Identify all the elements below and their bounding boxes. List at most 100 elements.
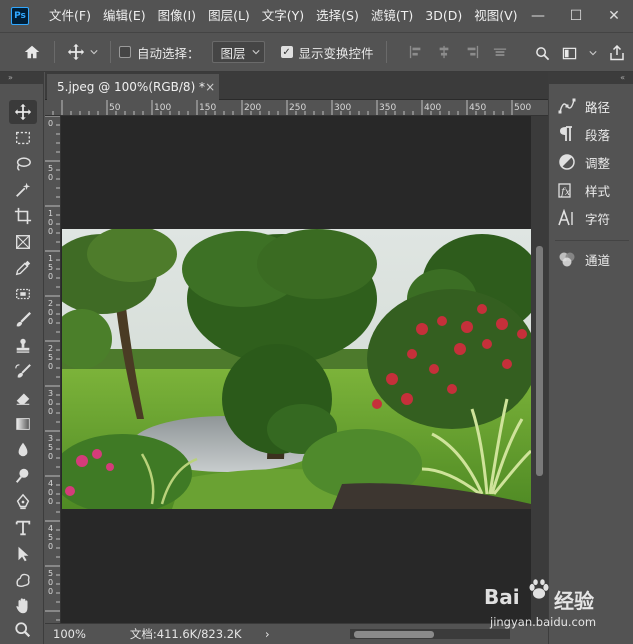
history-brush-tool[interactable] bbox=[9, 360, 37, 384]
vertical-scrollbar-thumb[interactable] bbox=[536, 246, 543, 476]
align-left-edges-icon[interactable] bbox=[409, 45, 423, 59]
tools-panel bbox=[0, 84, 44, 644]
canvas-image[interactable] bbox=[62, 229, 531, 509]
window-controls: — ☐ ✕ bbox=[519, 0, 633, 32]
menu-select[interactable]: 选择(S) bbox=[310, 0, 365, 32]
menu-file[interactable]: 文件(F) bbox=[43, 0, 97, 32]
horizontal-scrollbar-thumb[interactable] bbox=[354, 631, 434, 638]
show-transform-controls-checkbox[interactable]: ✓ bbox=[280, 46, 293, 58]
menu-3d[interactable]: 3D(D) bbox=[419, 0, 468, 32]
ruler-label: 5 bbox=[48, 263, 53, 272]
ruler-label: 5 bbox=[48, 164, 53, 173]
canvas-pasteboard bbox=[62, 117, 531, 623]
status-menu-arrow[interactable]: › bbox=[265, 627, 270, 641]
styles-icon: fx bbox=[558, 183, 571, 198]
share-icon[interactable] bbox=[609, 45, 625, 61]
brush-tool[interactable] bbox=[9, 308, 37, 332]
type-tool[interactable] bbox=[9, 516, 37, 540]
divider bbox=[385, 41, 387, 63]
panel-collapse-strip[interactable]: « bbox=[548, 72, 633, 84]
blur-icon bbox=[18, 442, 28, 457]
minimize-button[interactable]: — bbox=[519, 8, 557, 24]
menu-layer[interactable]: 图层(L) bbox=[202, 0, 256, 32]
paragraph-icon bbox=[560, 126, 572, 141]
align-right-edges-icon[interactable] bbox=[465, 45, 479, 59]
ruler-label: 300 bbox=[334, 103, 351, 113]
crop-icon bbox=[14, 207, 32, 225]
frame-tool[interactable] bbox=[9, 230, 37, 254]
panel-paths[interactable]: 路径 bbox=[557, 94, 610, 118]
ruler-label: 0 bbox=[48, 488, 53, 497]
pen-tool[interactable] bbox=[9, 490, 37, 514]
ruler-label: 5 bbox=[48, 569, 53, 578]
move-tool[interactable] bbox=[9, 100, 37, 124]
align-top-edges-icon[interactable] bbox=[493, 45, 507, 59]
ruler-label: 100 bbox=[154, 103, 171, 113]
menu-edit[interactable]: 编辑(E) bbox=[97, 0, 152, 32]
clone-stamp-tool[interactable] bbox=[9, 334, 37, 358]
ruler-label: 0 bbox=[48, 452, 53, 461]
adjustments-icon bbox=[559, 154, 575, 170]
watermark-url: jingyan.baidu.com bbox=[490, 615, 597, 629]
search-icon[interactable] bbox=[535, 46, 550, 61]
healing-brush-icon bbox=[16, 288, 30, 300]
zoom-tool[interactable] bbox=[9, 618, 37, 642]
panel-character[interactable]: 字符 bbox=[557, 206, 610, 230]
eyedropper-tool[interactable] bbox=[9, 256, 37, 280]
auto-select-target-dropdown[interactable]: 图层 bbox=[211, 41, 265, 63]
panel-channels[interactable]: 通道 bbox=[557, 247, 610, 271]
auto-select-checkbox[interactable] bbox=[119, 46, 131, 58]
horizontal-ruler[interactable]: 50 100 150 200 250 300 350 400 450 500 bbox=[45, 100, 548, 116]
ruler-label: 50 bbox=[109, 103, 121, 113]
show-transform-controls-label: 显示变换控件 bbox=[298, 45, 374, 61]
hand-tool[interactable] bbox=[9, 594, 37, 618]
custom-shape-tool[interactable] bbox=[9, 568, 37, 592]
magic-wand-tool[interactable] bbox=[9, 178, 37, 202]
maximize-button[interactable]: ☐ bbox=[557, 8, 595, 24]
vertical-scrollbar[interactable] bbox=[531, 116, 548, 623]
status-bar: 100% 文档:411.6K/823.2K › bbox=[45, 623, 548, 644]
toolbar-collapse-strip[interactable]: » bbox=[0, 72, 44, 84]
menu-type[interactable]: 文字(Y) bbox=[256, 0, 310, 32]
crop-tool[interactable] bbox=[9, 204, 37, 228]
panel-paragraph[interactable]: 段落 bbox=[557, 122, 610, 146]
menu-image[interactable]: 图像(I) bbox=[152, 0, 202, 32]
eyedropper-icon bbox=[15, 260, 31, 276]
workspace-icon[interactable] bbox=[562, 46, 577, 61]
blur-tool[interactable] bbox=[9, 438, 37, 462]
ruler-label: 0 bbox=[48, 497, 53, 506]
ruler-label: 0 bbox=[48, 272, 53, 281]
move-tool-preset-picker[interactable] bbox=[67, 43, 98, 61]
lasso-tool[interactable] bbox=[9, 152, 37, 176]
horizontal-ruler-ticks: 50 100 150 200 250 300 350 400 450 500 bbox=[52, 100, 531, 115]
close-button[interactable]: ✕ bbox=[595, 8, 633, 24]
chevron-down-icon[interactable] bbox=[589, 49, 597, 57]
frame-icon bbox=[16, 235, 30, 249]
character-icon bbox=[558, 209, 573, 226]
panel-adjustments[interactable]: 调整 bbox=[557, 150, 610, 174]
eraser-tool[interactable] bbox=[9, 386, 37, 410]
close-tab-icon[interactable]: × bbox=[205, 80, 215, 94]
zoom-level[interactable]: 100% bbox=[53, 627, 86, 641]
gradient-icon bbox=[16, 418, 30, 430]
marquee-tool[interactable] bbox=[9, 126, 37, 150]
menu-view[interactable]: 视图(V) bbox=[468, 0, 523, 32]
ruler-label: 0 bbox=[48, 407, 53, 416]
ruler-label: 1 bbox=[48, 254, 53, 263]
panel-divider bbox=[555, 240, 629, 241]
move-icon bbox=[14, 103, 32, 121]
path-selection-tool[interactable] bbox=[9, 542, 37, 566]
ruler-label: 2 bbox=[48, 299, 53, 308]
baidu-jingyan-watermark: Bai 经验 jingyan.baidu.com bbox=[484, 575, 624, 635]
vertical-ruler[interactable]: 050100150200250300350400450500 bbox=[45, 116, 61, 623]
svg-text:fx: fx bbox=[560, 187, 571, 198]
panel-styles[interactable]: fx 样式 bbox=[557, 178, 610, 202]
home-icon[interactable] bbox=[22, 42, 42, 62]
healing-brush-tool[interactable] bbox=[9, 282, 37, 306]
gradient-tool[interactable] bbox=[9, 412, 37, 436]
document-tab[interactable]: 5.jpeg @ 100%(RGB/8) * × bbox=[47, 74, 219, 100]
align-horizontal-centers-icon[interactable] bbox=[437, 45, 451, 59]
document-tab-bar: 5.jpeg @ 100%(RGB/8) * × bbox=[45, 72, 548, 100]
menu-filter[interactable]: 滤镜(T) bbox=[365, 0, 419, 32]
dodge-tool[interactable] bbox=[9, 464, 37, 488]
